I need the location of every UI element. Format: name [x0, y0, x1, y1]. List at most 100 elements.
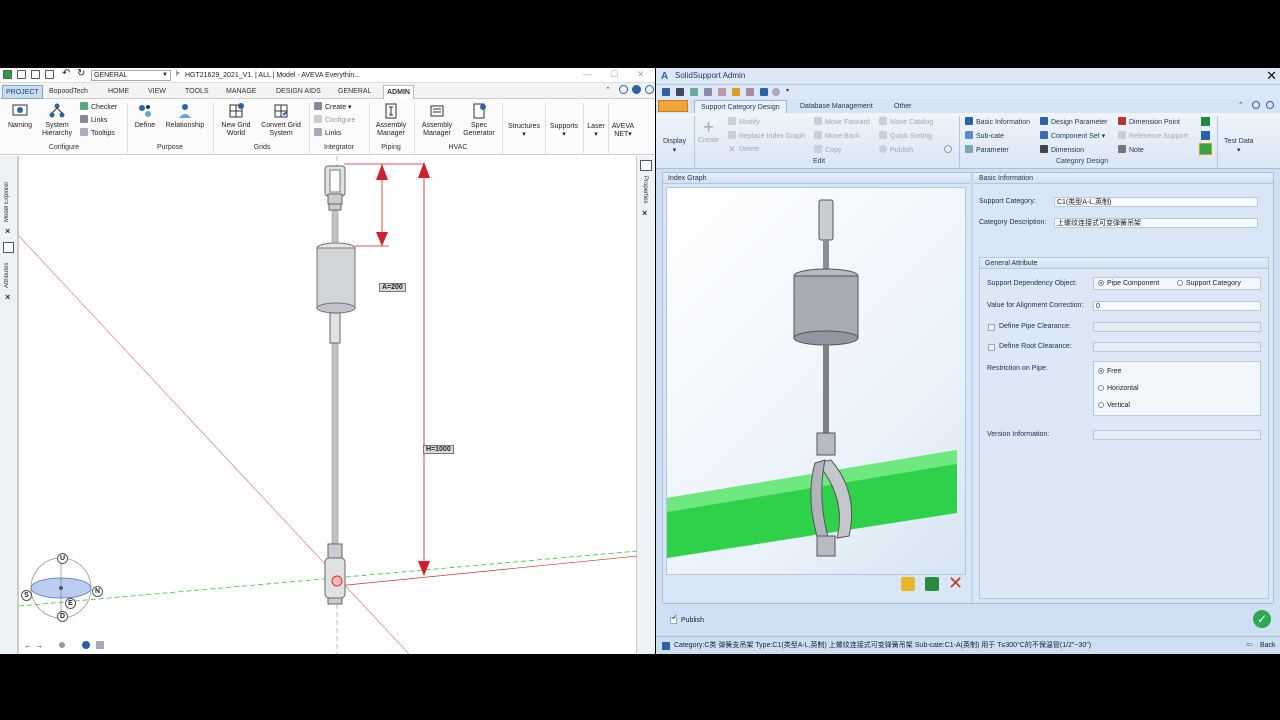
sync-icon[interactable]: [760, 88, 768, 96]
parameter-button[interactable]: Parameter: [965, 145, 1009, 155]
project-icon[interactable]: [17, 70, 26, 79]
display-button[interactable]: Display ▾: [663, 137, 686, 155]
app-menu-button[interactable]: [658, 100, 688, 112]
sub-cate-button[interactable]: Sub-cate: [965, 131, 1004, 141]
tab-view[interactable]: VIEW: [145, 85, 169, 99]
pipe-clearance-input[interactable]: [1093, 322, 1261, 332]
support-category-input[interactable]: C1(类型A-L,英制): [1054, 197, 1258, 207]
maximize-icon[interactable]: ☐: [610, 69, 618, 80]
globe-icon[interactable]: [82, 641, 90, 649]
help-icon[interactable]: [619, 85, 628, 94]
nav-forward-icon[interactable]: →: [35, 641, 43, 650]
confirm-button[interactable]: ✓: [1253, 610, 1271, 628]
convert-grid-system-button[interactable]: Convert Grid System: [256, 102, 306, 138]
attributes-icon[interactable]: [3, 242, 14, 253]
alignment-correction-input[interactable]: 0: [1093, 301, 1261, 311]
links-button[interactable]: Links: [80, 115, 107, 125]
publish-button[interactable]: Publish: [879, 145, 913, 155]
properties-icon[interactable]: [640, 160, 652, 171]
tab-tools[interactable]: TOOLS: [182, 85, 212, 99]
refresh-icon[interactable]: [944, 145, 952, 153]
splitter[interactable]: [971, 173, 973, 603]
nav-back-icon[interactable]: ←: [24, 641, 32, 650]
chevron-down-icon[interactable]: ▾: [786, 87, 789, 94]
assembly-manager-piping-button[interactable]: Assembly Manager: [372, 102, 410, 138]
root-clearance-checkbox[interactable]: [988, 344, 995, 351]
settings-icon[interactable]: [718, 88, 726, 96]
new-grid-world-button[interactable]: New Grid World: [217, 102, 255, 138]
integrator-links-button[interactable]: Links: [314, 128, 341, 138]
close-icon[interactable]: ×: [5, 292, 10, 302]
create-button[interactable]: Create ▾: [314, 102, 351, 112]
aveva-net-menu[interactable]: AVEVA NET▾: [609, 123, 637, 139]
properties-tab[interactable]: Properties: [642, 176, 648, 206]
model-explorer-tab[interactable]: Model Explorer: [4, 162, 10, 222]
save-icon[interactable]: [662, 88, 670, 96]
radio-support-category[interactable]: Support Category: [1177, 278, 1241, 290]
collapse-icon[interactable]: ⌃: [1238, 101, 1244, 109]
index-graph-view[interactable]: [666, 187, 966, 575]
back-button[interactable]: Back: [1260, 637, 1276, 654]
replace-index-graph-button[interactable]: Replace Index Graph: [728, 131, 805, 141]
relationship-button[interactable]: Relationship: [162, 102, 208, 130]
version-information-input[interactable]: [1093, 430, 1261, 440]
minimize-icon[interactable]: —: [583, 69, 592, 79]
help-icon[interactable]: [772, 88, 780, 96]
dimension-button[interactable]: Dimension: [1040, 145, 1084, 155]
close-icon[interactable]: ×: [642, 208, 647, 218]
replace-image-icon[interactable]: [925, 577, 939, 591]
sync-icon[interactable]: [1199, 143, 1212, 155]
workspace-select[interactable]: GENERAL ▼: [91, 70, 171, 81]
tab-database-management[interactable]: Database Management: [794, 100, 879, 113]
assembly-manager-hvac-button[interactable]: Assembly Manager: [418, 102, 456, 138]
info-icon[interactable]: [1266, 101, 1274, 109]
quick-sorting-button[interactable]: Quick Sorting: [879, 131, 932, 141]
pipe-clearance-checkbox[interactable]: [988, 324, 995, 331]
create-button[interactable]: + Create: [698, 118, 719, 145]
remove-image-icon[interactable]: ✕: [948, 574, 963, 592]
component-set-button[interactable]: Component Set ▾: [1040, 131, 1105, 141]
compass-south-label[interactable]: S: [21, 590, 32, 601]
tooltips-button[interactable]: Tooltips: [80, 128, 115, 138]
undo-icon[interactable]: ↶: [62, 68, 70, 79]
tab-project[interactable]: PROJECT: [2, 85, 43, 99]
close-icon[interactable]: ×: [5, 226, 10, 236]
radio-horizontal[interactable]: Horizontal: [1098, 385, 1139, 392]
reference-support-button[interactable]: Reference Support: [1118, 131, 1188, 141]
tab-design-aids[interactable]: DESIGN AIDS: [273, 85, 324, 99]
aveva-icon[interactable]: [632, 85, 641, 94]
edit-icon[interactable]: [746, 88, 754, 96]
tab-other[interactable]: Other: [888, 100, 918, 113]
checker-button[interactable]: Checker: [80, 102, 117, 112]
open-icon[interactable]: [676, 88, 684, 96]
laser-menu[interactable]: Laser ▾: [584, 123, 608, 139]
export-icon[interactable]: [690, 88, 698, 96]
naming-button[interactable]: Naming: [4, 102, 36, 130]
modify-button[interactable]: Modify: [728, 117, 760, 127]
tab-home[interactable]: HOME: [105, 85, 132, 99]
dimension-point-button[interactable]: Dimension Point: [1118, 117, 1180, 127]
structures-menu[interactable]: Structures ▾: [504, 123, 544, 139]
tab-support-category-design[interactable]: Support Category Design: [694, 100, 787, 113]
compass-up-label[interactable]: U: [57, 553, 68, 564]
print-icon[interactable]: [45, 70, 54, 79]
copy-button[interactable]: Copy: [814, 145, 841, 155]
compass-east-label[interactable]: E: [65, 598, 76, 609]
options-icon[interactable]: [645, 85, 654, 94]
tab-general[interactable]: GENERAL: [335, 85, 374, 99]
accept-image-icon[interactable]: [901, 577, 915, 591]
tab-manage[interactable]: MANAGE: [223, 85, 259, 99]
radio-pipe-component[interactable]: Pipe Component: [1098, 278, 1159, 290]
configure-button[interactable]: Configure: [314, 115, 355, 125]
tab-bopoodtech[interactable]: BopoodTech: [46, 85, 91, 99]
spec-generator-button[interactable]: Spec Generator: [459, 102, 499, 138]
orbit-icon[interactable]: [59, 642, 65, 648]
tool-icon[interactable]: [704, 88, 712, 96]
system-hierarchy-button[interactable]: System Hierarchy: [38, 102, 76, 138]
test-data-button[interactable]: Test Data ▾: [1224, 137, 1254, 155]
note-button[interactable]: Note: [1118, 145, 1144, 155]
attributes-tab[interactable]: Attributes: [4, 256, 10, 288]
pin-icon[interactable]: [1201, 131, 1210, 140]
define-button[interactable]: Define: [132, 102, 158, 130]
move-catalog-button[interactable]: Move Catalog: [879, 117, 933, 127]
